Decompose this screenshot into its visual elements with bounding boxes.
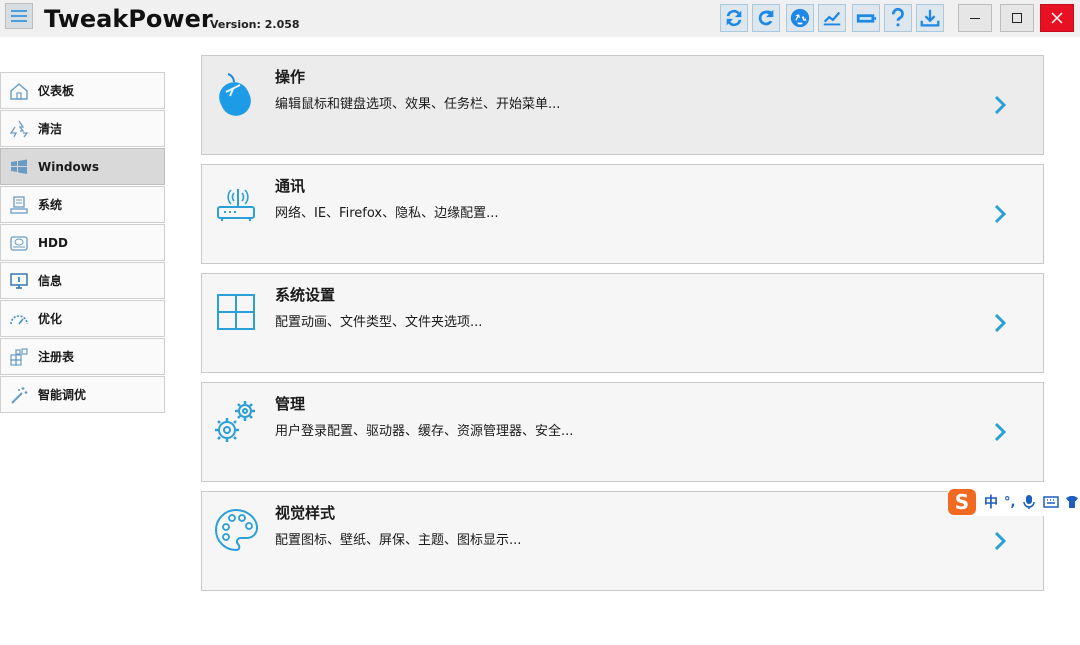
sidebar-item-label: 仪表板 — [38, 84, 75, 98]
minimize-button[interactable] — [958, 4, 992, 32]
card-visual-style[interactable]: 视觉样式 配置图标、壁纸、屏保、主题、图标显示... — [201, 491, 1044, 591]
card-description: 编辑鼠标和键盘选项、效果、任务栏、开始菜单... — [275, 97, 561, 112]
menu-line — [11, 15, 27, 17]
home-icon — [8, 80, 30, 102]
sidebar-item-label: 信息 — [38, 274, 63, 288]
card-description: 配置图标、壁纸、屏保、主题、图标显示... — [275, 533, 522, 548]
card-management[interactable]: 管理 用户登录配置、驱动器、缓存、资源管理器、安全... — [201, 382, 1044, 482]
card-title: 操作 — [275, 68, 306, 86]
chevron-right-icon — [994, 95, 1007, 115]
card-title: 通讯 — [275, 177, 306, 195]
card-title: 系统设置 — [275, 286, 336, 304]
chevron-right-icon — [994, 422, 1007, 442]
chevron-right-icon — [994, 531, 1007, 551]
menu-line — [11, 20, 27, 22]
sidebar-item-label: Windows — [38, 159, 99, 174]
sidebar-item-info[interactable]: 信息 — [0, 262, 165, 299]
skin-icon[interactable] — [1065, 495, 1079, 509]
sidebar-item-clean[interactable]: 清洁 — [0, 110, 165, 147]
system-icon — [8, 194, 30, 216]
sidebar-item-smart-tune[interactable]: 智能调优 — [0, 376, 165, 413]
card-title: 视觉样式 — [275, 504, 336, 522]
gauge-icon — [8, 308, 30, 330]
refresh-icon — [726, 9, 742, 27]
chart-button[interactable] — [818, 4, 846, 32]
app-title: TweakPower — [44, 5, 213, 33]
sidebar-item-registry[interactable]: 注册表 — [0, 338, 165, 375]
close-button[interactable] — [1040, 4, 1074, 32]
sidebar-item-dashboard[interactable]: 仪表板 — [0, 72, 165, 109]
sidebar-item-optimize[interactable]: 优化 — [0, 300, 165, 337]
ime-toolbar[interactable]: S 中 °, — [948, 488, 1080, 516]
sogou-logo-icon[interactable]: S — [948, 489, 976, 515]
ime-language-toggle[interactable]: 中 — [984, 492, 998, 512]
microphone-icon[interactable] — [1023, 494, 1036, 510]
registry-icon — [8, 346, 30, 368]
recycle-icon — [8, 118, 30, 140]
sidebar-item-label: 系统 — [38, 198, 63, 212]
chevron-right-icon — [994, 204, 1007, 224]
redo-button[interactable] — [752, 4, 780, 32]
sidebar-item-label: 清洁 — [38, 122, 63, 136]
help-button[interactable] — [884, 4, 912, 32]
battery-button[interactable] — [852, 4, 880, 32]
palette-icon — [212, 504, 260, 556]
mouse-icon — [212, 68, 260, 120]
battery-icon — [856, 14, 877, 23]
download-icon — [920, 9, 940, 27]
recycle-icon — [790, 8, 810, 28]
app-version: Version: 2.058 — [210, 18, 300, 31]
sidebar-item-windows[interactable]: Windows — [0, 148, 165, 185]
sidebar-item-hdd[interactable]: HDD — [0, 224, 165, 261]
card-operation[interactable]: 操作 编辑鼠标和键盘选项、效果、任务栏、开始菜单... — [201, 55, 1044, 155]
maximize-icon — [1012, 13, 1022, 23]
refresh-button[interactable] — [720, 4, 748, 32]
card-title: 管理 — [275, 395, 306, 413]
hdd-icon — [8, 232, 30, 254]
card-description: 用户登录配置、驱动器、缓存、资源管理器、安全... — [275, 424, 574, 439]
chevron-right-icon — [994, 313, 1007, 333]
menu-button[interactable] — [5, 3, 33, 29]
close-icon — [1051, 12, 1063, 24]
keyboard-icon[interactable] — [1043, 495, 1060, 509]
sidebar-item-system[interactable]: 系统 — [0, 186, 165, 223]
router-icon — [212, 177, 260, 229]
windows-icon — [8, 156, 30, 178]
sidebar-item-label: HDD — [38, 235, 68, 250]
menu-line — [11, 10, 27, 12]
gears-icon — [212, 395, 260, 447]
card-description: 网络、IE、Firefox、隐私、边缘配置... — [275, 206, 499, 221]
minimize-icon — [970, 18, 980, 19]
maximize-button[interactable] — [1000, 4, 1034, 32]
card-communication[interactable]: 通讯 网络、IE、Firefox、隐私、边缘配置... — [201, 164, 1044, 264]
sidebar-item-label: 注册表 — [38, 350, 75, 364]
help-icon — [892, 7, 904, 27]
app-window: TweakPower Version: 2.058 仪表板 清洁 Windows… — [0, 0, 1080, 645]
download-button[interactable] — [916, 4, 944, 32]
recycle-button[interactable] — [786, 4, 814, 32]
chart-icon — [823, 11, 841, 26]
redo-icon — [758, 9, 774, 26]
magic-wand-icon — [8, 384, 30, 406]
windows-logo-icon — [212, 286, 260, 338]
card-description: 配置动画、文件类型、文件夹选项... — [275, 315, 483, 330]
sidebar-item-label: 智能调优 — [38, 388, 87, 402]
info-icon — [8, 270, 30, 292]
ime-punctuation-toggle[interactable]: °, — [1004, 495, 1015, 510]
title-bar: TweakPower Version: 2.058 — [0, 0, 1080, 37]
card-system-settings[interactable]: 系统设置 配置动画、文件类型、文件夹选项... — [201, 273, 1044, 373]
sidebar-item-label: 优化 — [38, 312, 63, 326]
